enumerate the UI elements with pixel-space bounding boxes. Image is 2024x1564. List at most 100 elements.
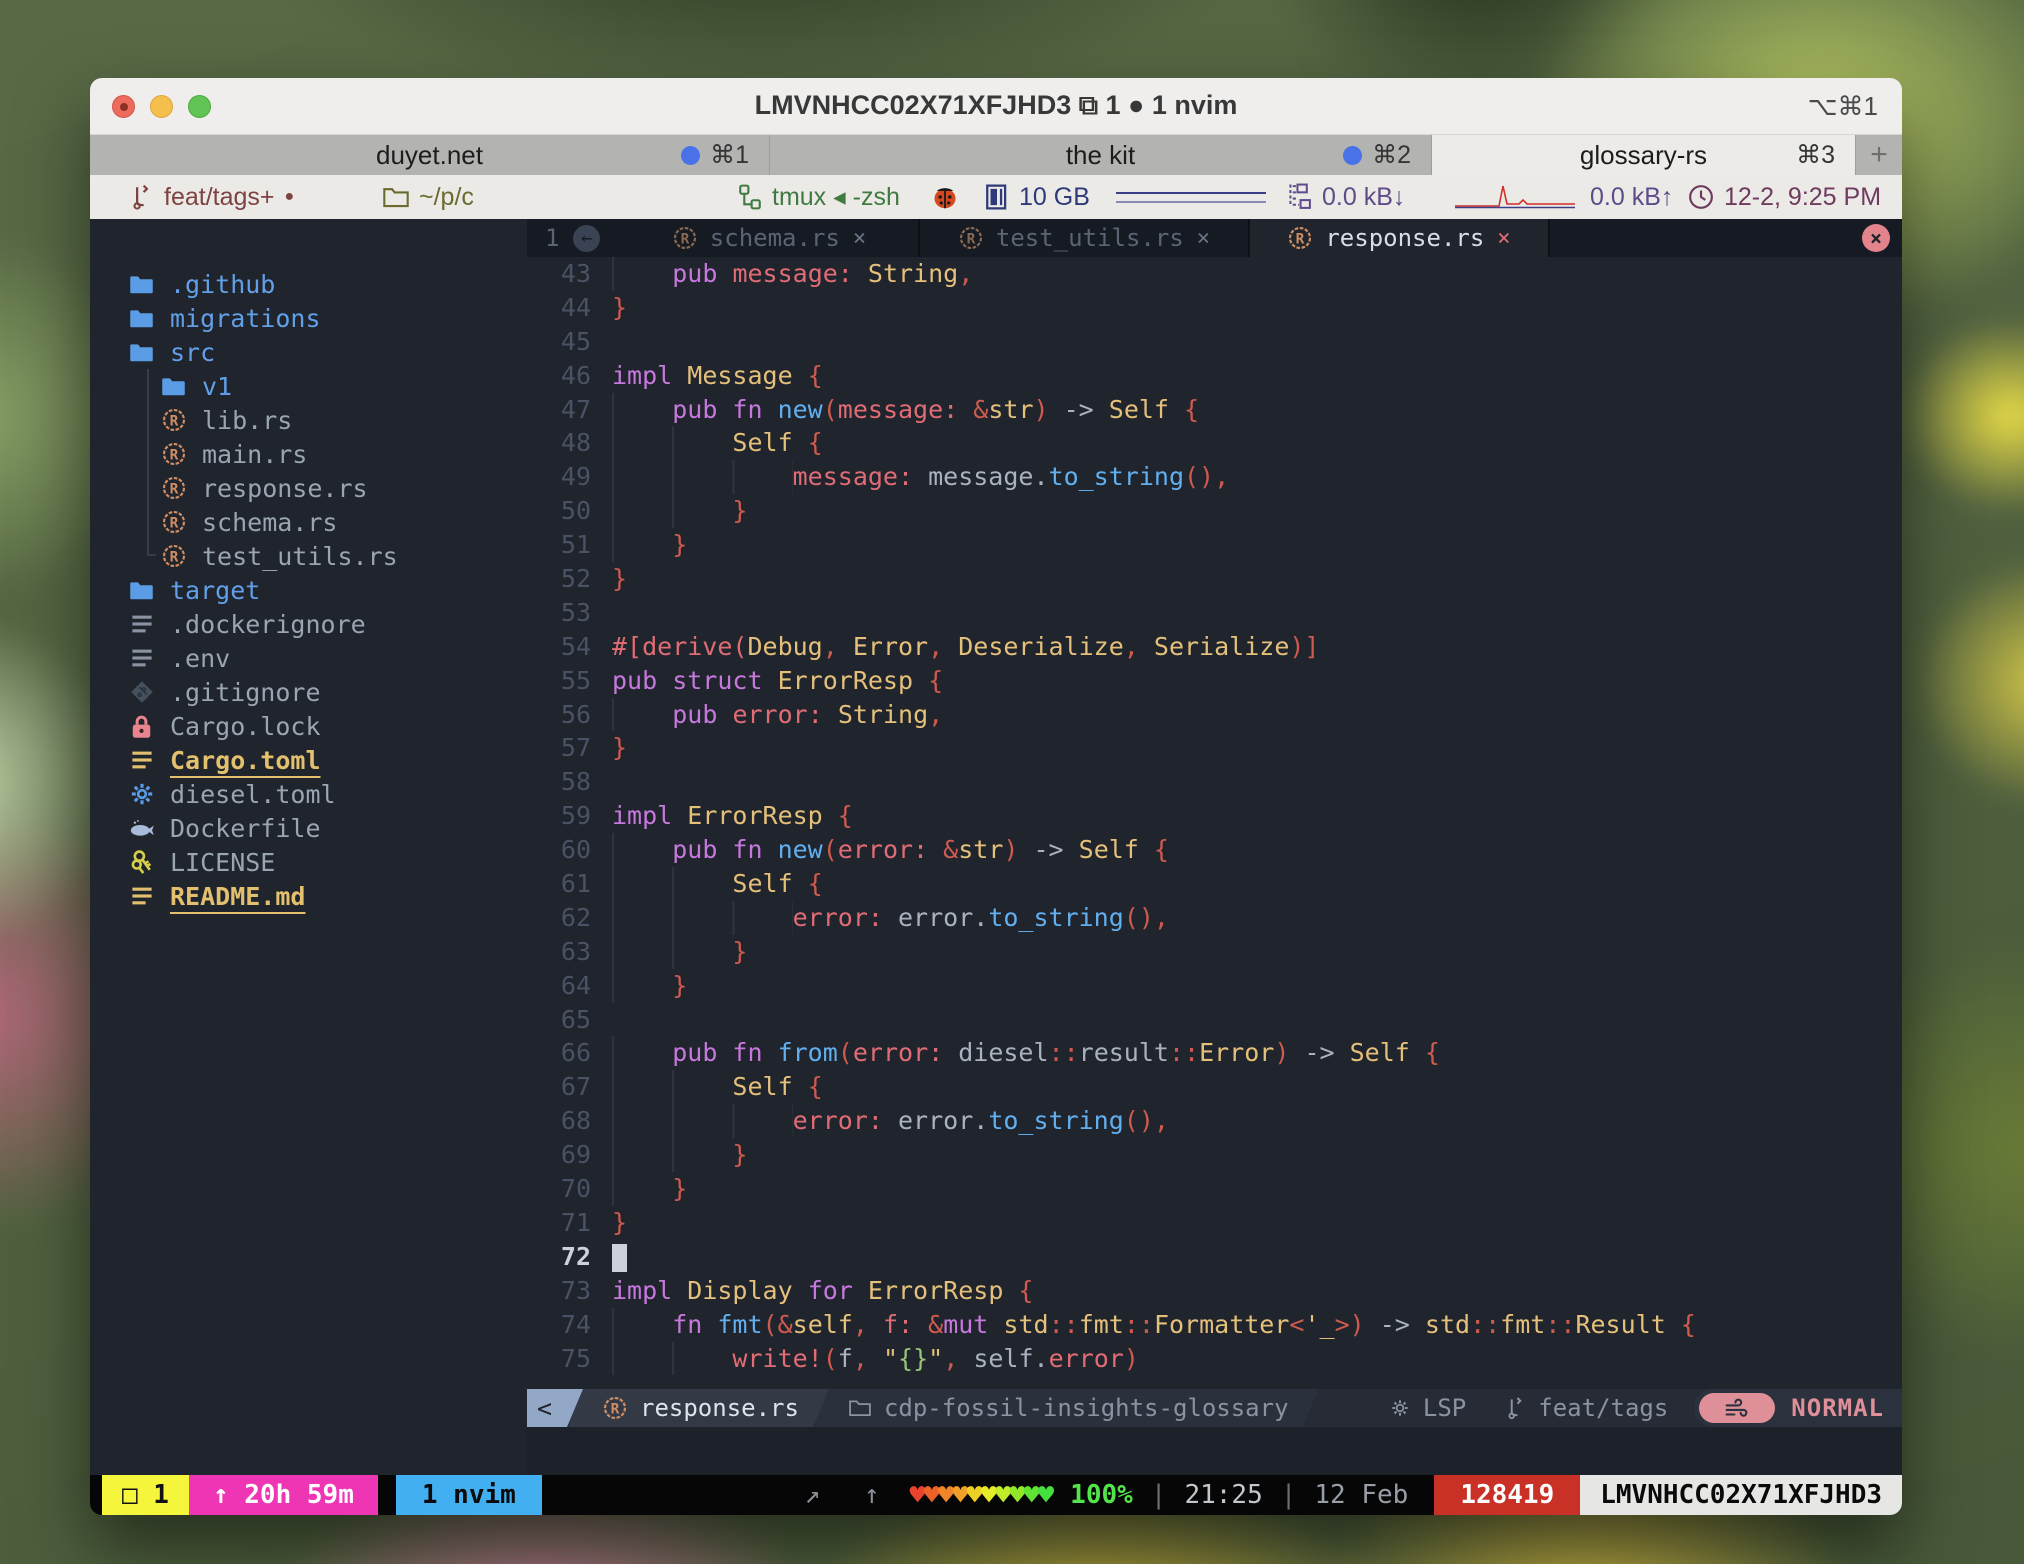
tree-item-readme-md[interactable]: README.md	[90, 879, 527, 913]
code-area[interactable]: 43 pub message: String,44}4546impl Messa…	[527, 257, 1902, 1389]
tree-item-main-rs[interactable]: Rmain.rs	[90, 437, 527, 471]
network-up-group[interactable]: 0.0 kB↑	[1590, 175, 1673, 219]
buffer-tab-schema[interactable]: R schema.rs ×	[620, 219, 920, 257]
process-label: tmux ◂ -zsh	[772, 182, 900, 212]
tree-item-schema-rs[interactable]: Rschema.rs	[90, 505, 527, 539]
folder-outline-icon	[383, 185, 409, 209]
tab-glossary-rs[interactable]: glossary-rs ⌘3	[1432, 135, 1856, 175]
code-line-46: 46impl Message {	[527, 359, 1902, 393]
network-down-group[interactable]: 0.0 kB↓	[1286, 175, 1405, 219]
code-line-47: 47 pub fn new(message: &str) -> Self {	[527, 393, 1902, 427]
folder-icon	[128, 577, 155, 604]
nvim-pane: .githubmigrationssrcv1Rlib.rsRmain.rsRre…	[90, 219, 1902, 1475]
line-number: 57	[527, 731, 591, 765]
tree-item-diesel-toml[interactable]: diesel.toml	[90, 777, 527, 811]
text-lines-icon	[128, 645, 155, 672]
tree-item--dockerignore[interactable]: .dockerignore	[90, 607, 527, 641]
tree-item--github[interactable]: .github	[90, 267, 527, 301]
close-buffer-icon[interactable]: ×	[853, 226, 866, 251]
code-line-50: 50 }	[527, 494, 1902, 528]
line-number: 50	[527, 494, 591, 528]
line-number: 51	[527, 528, 591, 562]
git-branch-icon	[1506, 1396, 1526, 1420]
tab-the-kit[interactable]: the kit ⌘2	[770, 135, 1432, 175]
buffer-count: 1	[545, 224, 559, 252]
statusline-file: R response.rs	[569, 1389, 829, 1427]
statusline-branch-label: feat/tags	[1538, 1394, 1668, 1422]
heart-icon: ♥	[924, 1480, 938, 1511]
clock-group[interactable]: 12-2, 9:25 PM	[1688, 175, 1881, 219]
close-all-icon[interactable]: ×	[1862, 224, 1890, 252]
folder-icon	[128, 305, 155, 332]
line-number: 63	[527, 935, 591, 969]
new-tab-button[interactable]: +	[1856, 135, 1902, 175]
line-number: 53	[527, 596, 591, 630]
tree-item--gitignore[interactable]: .gitignore	[90, 675, 527, 709]
statusline-project: cdp-fossil-insights-glossary	[815, 1389, 1319, 1427]
folder-icon	[128, 271, 155, 298]
tree-item-label: lib.rs	[202, 406, 292, 435]
command-line[interactable]	[527, 1427, 1902, 1475]
tree-item--env[interactable]: .env	[90, 641, 527, 675]
cwd-group[interactable]: ~/p/c	[383, 175, 474, 219]
line-number: 74	[527, 1308, 591, 1342]
heart-icon: ♥	[1038, 1480, 1052, 1511]
git-status-group[interactable]: feat/tags+ ●	[130, 175, 294, 219]
rust-icon: R	[160, 543, 187, 570]
code-line-69: 69 }	[527, 1138, 1902, 1172]
code-line-54: 54#[derive(Debug, Error, Deserialize, Se…	[527, 630, 1902, 664]
line-number: 64	[527, 969, 591, 1003]
activity-dot-icon	[681, 146, 700, 165]
bug-group[interactable]	[930, 175, 960, 219]
code-line-66: 66 pub fn from(error: diesel::result::Er…	[527, 1036, 1902, 1070]
tmux-window-index[interactable]: □ 1	[102, 1475, 189, 1515]
heart-icon: ♥	[1009, 1480, 1023, 1511]
heart-icon: ♥	[1024, 1480, 1038, 1511]
code-line-55: 55pub struct ErrorResp {	[527, 664, 1902, 698]
wind-icon	[1724, 1397, 1750, 1419]
tree-item-dockerfile[interactable]: Dockerfile	[90, 811, 527, 845]
text-lines-yellow-icon	[128, 747, 155, 774]
tree-item-label: response.rs	[202, 474, 368, 503]
tmux-separator: |	[1281, 1475, 1297, 1515]
tree-item-lib-rs[interactable]: Rlib.rs	[90, 403, 527, 437]
code-line-73: 73impl Display for ErrorResp {	[527, 1274, 1902, 1308]
close-buffer-icon[interactable]: ×	[1497, 226, 1510, 251]
tree-item-src[interactable]: src	[90, 335, 527, 369]
line-number: 54	[527, 630, 591, 664]
close-buffer-icon[interactable]: ×	[1197, 226, 1210, 251]
tmux-session[interactable]: 1 nvim	[396, 1475, 542, 1515]
clock-icon	[1688, 184, 1714, 210]
line-number: 62	[527, 901, 591, 935]
tree-item-test-utils-rs[interactable]: Rtest_utils.rs	[90, 539, 527, 573]
code-line-60: 60 pub fn new(error: &str) -> Self {	[527, 833, 1902, 867]
buffer-tab-test-utils[interactable]: R test_utils.rs ×	[920, 219, 1250, 257]
tree-indent-guide	[147, 505, 149, 539]
rust-file-icon: R	[673, 226, 697, 250]
process-group[interactable]: tmux ◂ -zsh	[738, 175, 900, 219]
svg-text:R: R	[169, 413, 178, 429]
network-up-label: 0.0 kB↑	[1590, 183, 1673, 212]
status-toolbar: feat/tags+ ● ~/p/c tmux ◂ -zsh 10 GB 0.0…	[90, 175, 1902, 219]
tree-item-cargo-lock[interactable]: Cargo.lock	[90, 709, 527, 743]
buffer-tab-response[interactable]: R response.rs ×	[1250, 219, 1550, 257]
tree-item-target[interactable]: target	[90, 573, 527, 607]
heart-icon: ♥	[938, 1480, 952, 1511]
tree-item-cargo-toml[interactable]: Cargo.toml	[90, 743, 527, 777]
memory-group[interactable]: 10 GB	[985, 175, 1090, 219]
code-line-65: 65	[527, 1003, 1902, 1037]
tree-item-migrations[interactable]: migrations	[90, 301, 527, 335]
folder-outline-icon	[849, 1398, 871, 1418]
tree-indent-guide	[147, 471, 149, 505]
line-number: 66	[527, 1036, 591, 1070]
tree-item-label: Dockerfile	[170, 814, 321, 843]
tree-item-response-rs[interactable]: Rresponse.rs	[90, 471, 527, 505]
rust-icon: R	[160, 441, 187, 468]
mode-pill	[1699, 1393, 1775, 1423]
svg-text:R: R	[169, 549, 178, 565]
tab-duyet-net[interactable]: duyet.net ⌘1	[90, 135, 770, 175]
back-circle-icon[interactable]: ←	[573, 225, 600, 252]
memory-sparkline	[1116, 175, 1266, 219]
tree-item-license[interactable]: LICENSE	[90, 845, 527, 879]
tree-item-v1[interactable]: v1	[90, 369, 527, 403]
